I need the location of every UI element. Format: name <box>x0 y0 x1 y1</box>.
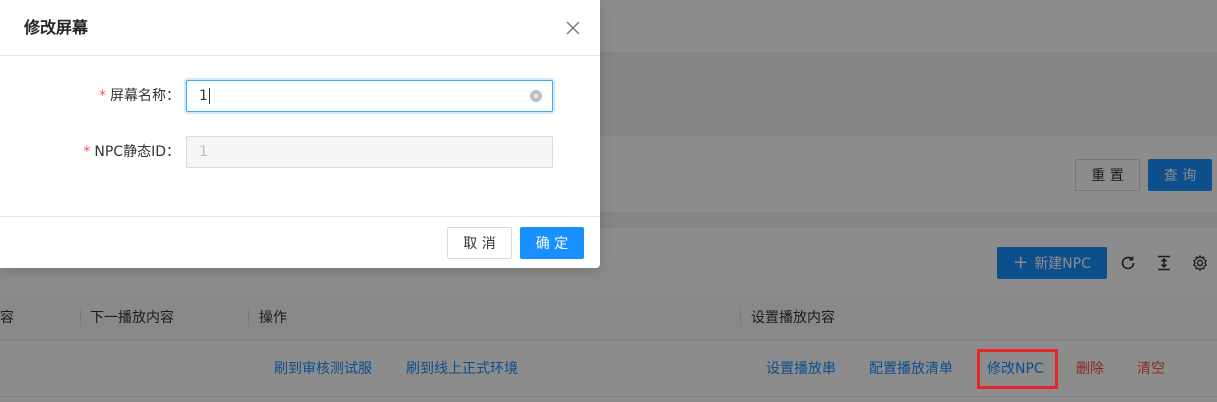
ok-button[interactable]: 确 定 <box>520 227 584 259</box>
npc-static-id-input: 1 <box>186 136 553 168</box>
edit-screen-modal: 修改屏幕 * 屏幕名称： 1 * NPC静态ID： 1 取 消 确 定 <box>0 0 600 268</box>
highlight-box <box>977 349 1058 389</box>
cancel-button[interactable]: 取 消 <box>447 227 512 259</box>
npc-static-id-value: 1 <box>199 144 208 160</box>
modal-header: 修改屏幕 <box>0 0 600 56</box>
required-mark: * <box>99 88 106 104</box>
required-mark: * <box>83 144 91 160</box>
modal-footer: 取 消 确 定 <box>0 216 600 268</box>
label-colon: ： <box>166 144 180 160</box>
npc-static-id-label-text: NPC静态ID <box>94 144 166 160</box>
npc-static-id-label: * NPC静态ID： <box>80 136 180 168</box>
screen-name-label: * 屏幕名称： <box>96 80 180 112</box>
close-icon[interactable] <box>561 16 585 40</box>
clear-input-icon[interactable] <box>530 90 542 102</box>
modal-title: 修改屏幕 <box>24 18 89 37</box>
label-colon: ： <box>166 88 180 104</box>
screen-name-value: 1 <box>199 88 208 104</box>
screen-name-input[interactable]: 1 <box>186 80 553 112</box>
text-caret <box>208 88 210 104</box>
screen-name-label-text: 屏幕名称 <box>110 88 166 104</box>
